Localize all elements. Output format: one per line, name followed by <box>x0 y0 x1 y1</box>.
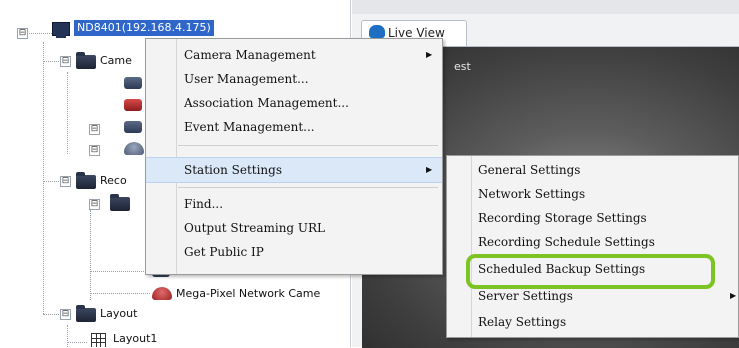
tree-node-cameras[interactable]: Came <box>100 54 132 67</box>
folder-icon <box>76 172 96 189</box>
menu-item-label: Event Management... <box>184 120 315 134</box>
tree-node-layout[interactable]: Layout <box>100 307 137 320</box>
tree-node-station[interactable]: ND8401(192.168.4.175) <box>74 20 214 36</box>
menu-item-label: Camera Management <box>184 48 316 62</box>
menu-item-label: General Settings <box>478 163 581 177</box>
tree-node-megapixel-camera[interactable]: Mega-Pixel Network Came <box>176 287 320 300</box>
menu-item-get-public-ip[interactable]: Get Public IP <box>146 240 442 264</box>
recording-expand-toggle[interactable]: ⊟ <box>89 199 100 210</box>
submenu-arrow-icon: ▶ <box>426 165 433 174</box>
menu-item-recording-storage-settings[interactable]: Recording Storage Settings <box>447 206 738 230</box>
highlight-callout <box>466 254 715 289</box>
menu-item-network-settings[interactable]: Network Settings <box>447 182 738 206</box>
menu-separator <box>178 187 438 188</box>
folder-icon <box>110 194 130 211</box>
menu-item-label: Get Public IP <box>184 245 264 259</box>
menu-item-label: Recording Storage Settings <box>478 211 647 225</box>
menu-item-output-streaming-url[interactable]: Output Streaming URL <box>146 216 442 240</box>
menu-item-find[interactable]: Find... <box>146 192 442 216</box>
menu-item-recording-schedule-settings[interactable]: Recording Schedule Settings <box>447 230 738 254</box>
menu-item-label: Find... <box>184 197 224 211</box>
tree-node-layout1[interactable]: Layout1 <box>113 332 157 345</box>
tree-connector <box>67 325 68 347</box>
megapixel-camera-icon <box>152 287 172 300</box>
menu-item-user-management[interactable]: User Management... <box>146 67 442 91</box>
menu-item-label: Relay Settings <box>478 315 567 329</box>
submenu-arrow-icon: ▶ <box>730 291 737 300</box>
menu-separator <box>178 145 438 146</box>
tree-connector <box>90 210 91 300</box>
menu-item-station-settings[interactable]: Station Settings ▶ <box>146 157 442 183</box>
tree-connector <box>67 72 68 154</box>
context-menu: Camera Management ▶ User Management... A… <box>145 38 443 275</box>
menu-item-general-settings[interactable]: General Settings <box>447 158 738 182</box>
camera-offline-icon[interactable] <box>124 99 142 111</box>
tree-connector <box>67 342 87 343</box>
camera-expand-toggle[interactable]: ⊟ <box>89 124 100 135</box>
layout-expand-toggle[interactable]: ⊟ <box>60 309 71 320</box>
tree-connector <box>43 42 44 314</box>
monitor-icon <box>52 22 70 38</box>
camera-icon[interactable] <box>124 77 142 89</box>
menu-item-event-management[interactable]: Event Management... <box>146 115 442 139</box>
camera-expand-toggle[interactable]: ⊟ <box>89 145 100 156</box>
submenu-arrow-icon: ▶ <box>426 50 433 59</box>
menu-item-label: Station Settings <box>184 163 282 177</box>
live-view-icon <box>369 25 385 38</box>
cameras-expand-toggle[interactable]: ⊟ <box>60 56 71 67</box>
toolbar <box>352 0 739 14</box>
menu-item-relay-settings[interactable]: Relay Settings <box>447 310 738 334</box>
video-caption: est <box>454 60 471 73</box>
menu-item-label: User Management... <box>184 72 309 86</box>
menu-item-camera-management[interactable]: Camera Management ▶ <box>146 43 442 67</box>
station-expand-toggle[interactable]: ⊟ <box>17 28 28 39</box>
menu-item-label: Recording Schedule Settings <box>478 235 655 249</box>
dome-camera-icon[interactable] <box>124 142 144 155</box>
menu-item-association-management[interactable]: Association Management... <box>146 91 442 115</box>
menu-item-label: Association Management... <box>184 96 349 110</box>
camera-icon[interactable] <box>124 121 142 133</box>
station-settings-submenu: General Settings Network Settings Record… <box>446 155 739 338</box>
folder-icon <box>76 305 96 322</box>
tree-connector <box>90 293 150 294</box>
tree-connector <box>90 271 150 272</box>
tree-node-recordings[interactable]: Reco <box>100 174 127 187</box>
menu-item-label: Output Streaming URL <box>184 221 326 235</box>
menu-item-label: Network Settings <box>478 187 586 201</box>
layout-grid-icon <box>91 333 106 347</box>
recordings-expand-toggle[interactable]: ⊟ <box>60 176 71 187</box>
folder-icon <box>76 52 96 69</box>
